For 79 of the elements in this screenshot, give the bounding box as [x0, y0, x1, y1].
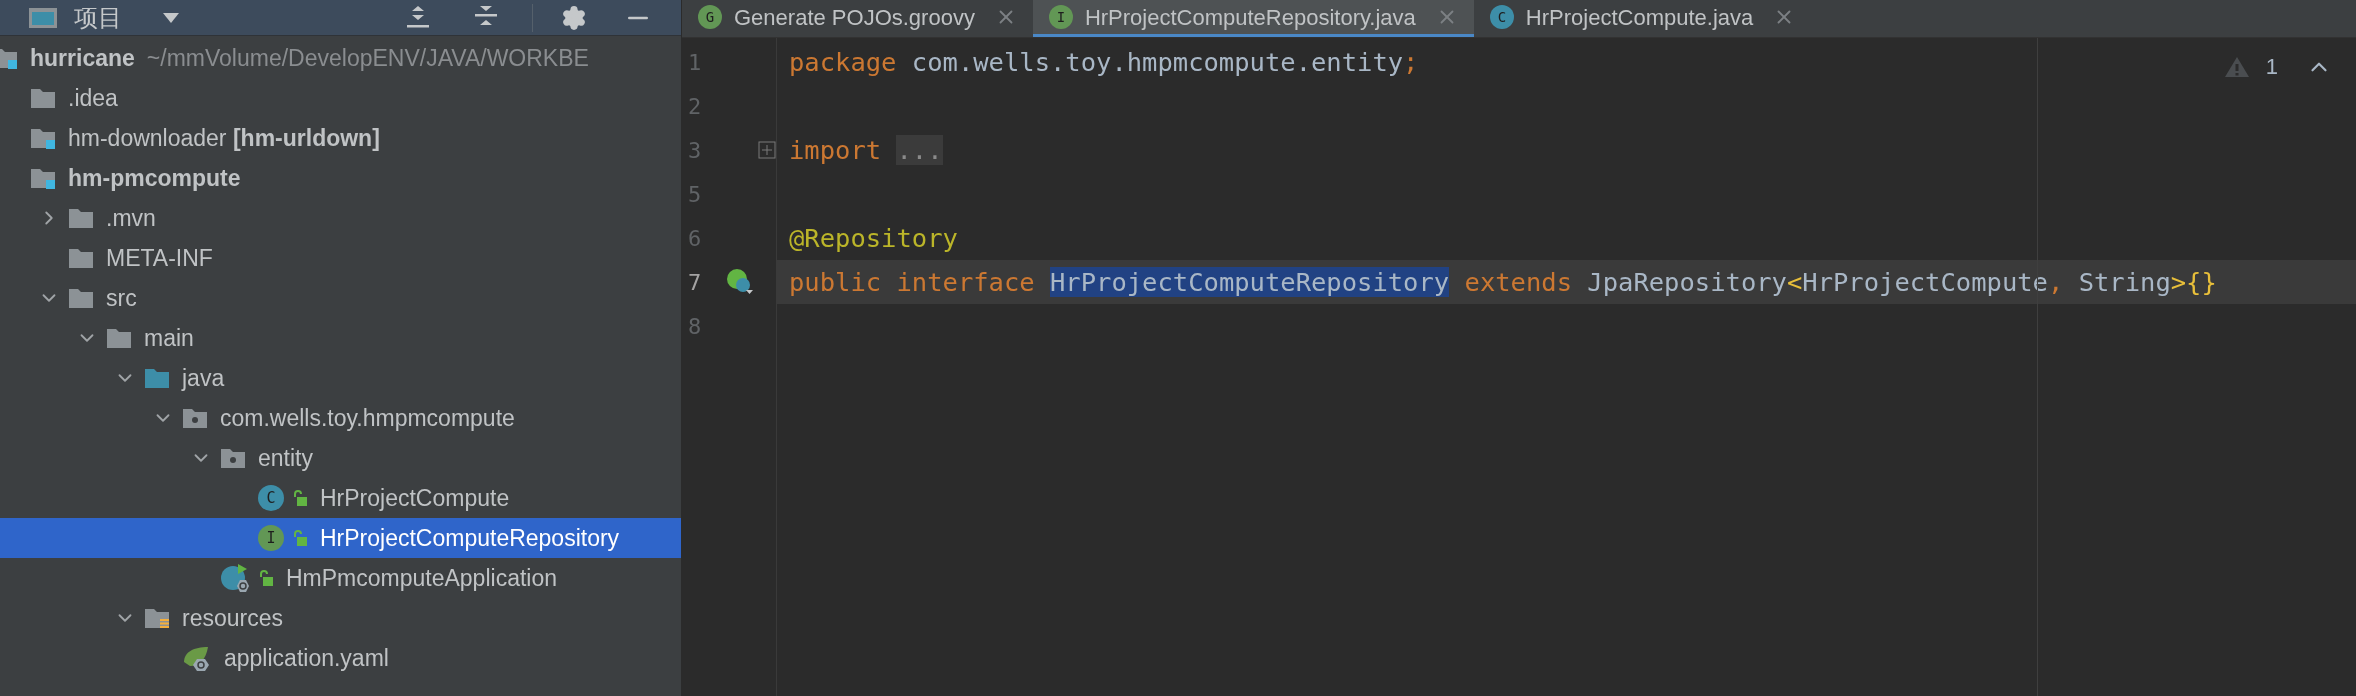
tree-item[interactable]: hurricane ~/mmVolume/DevelopENV/JAVA/WORKBE	[0, 38, 681, 78]
warning-count: 1	[2265, 53, 2278, 81]
code-line: @Repository	[789, 221, 958, 255]
line-number: 1	[687, 48, 703, 77]
tab-label: HrProjectComputeRepository.java	[1084, 3, 1416, 32]
tree-item[interactable]: C HrProjectCompute	[0, 478, 681, 518]
folder-icon	[182, 407, 208, 429]
caret-icon[interactable]	[162, 11, 180, 24]
tree-item[interactable]: entity	[0, 438, 681, 478]
tree-item-label: HrProjectCompute	[320, 483, 510, 513]
tree-item-label: hurricane	[30, 43, 135, 73]
line-number: 2	[687, 92, 703, 121]
tree-item-label: resources	[182, 603, 283, 633]
class-badge-icon: C	[258, 485, 284, 511]
tree-item[interactable]: .idea	[0, 78, 681, 118]
tree-item[interactable]: application.yaml	[0, 638, 681, 678]
editor-tab[interactable]: I HrProjectComputeRepository.java	[1032, 0, 1474, 37]
file-type-icon: C	[1489, 5, 1514, 29]
tree-item[interactable]: hm-downloader [hm-urldown]	[0, 118, 681, 158]
line-number: 3	[687, 136, 702, 165]
implemented-icon[interactable]	[726, 268, 754, 296]
tab-label: Generate POJOs.groovy	[734, 3, 975, 32]
tree-item[interactable]: META-INF	[0, 238, 681, 278]
folder-icon	[30, 87, 56, 109]
tree-item-label: .idea	[68, 83, 118, 113]
tree-item-label: META-INF	[106, 243, 213, 273]
tree-item-label: HmPmcomputeApplication	[286, 563, 557, 593]
expand-all-icon[interactable]	[404, 4, 432, 31]
tree-item[interactable]: HmPmcomputeApplication	[0, 558, 681, 598]
folder-icon	[30, 167, 56, 189]
tree-item-label: hm-pmcompute	[68, 163, 241, 193]
panel-title: 项目	[74, 2, 122, 33]
lock-icon	[292, 529, 308, 547]
tree-item[interactable]: resources	[0, 598, 681, 638]
folder-icon	[220, 447, 246, 469]
tree-item-label: main	[144, 323, 194, 353]
tree-item-label: com.wells.toy.hmpmcompute	[220, 403, 515, 433]
lock-icon	[258, 569, 274, 587]
folder-icon	[30, 127, 56, 149]
settings-icon[interactable]	[561, 4, 587, 31]
window-icon	[28, 6, 58, 29]
spring-leaf-icon	[182, 644, 212, 672]
tree-item[interactable]: main	[0, 318, 681, 358]
folder-icon	[68, 287, 94, 309]
editor-tab[interactable]: C HrProjectCompute.java	[1473, 0, 1812, 37]
tree-item[interactable]: com.wells.toy.hmpmcompute	[0, 398, 681, 438]
editor-tab[interactable]: G Generate POJOs.groovy	[682, 0, 1033, 37]
file-type-icon: G	[698, 5, 722, 29]
project-path: ~/mmVolume/DevelopENV/JAVA/WORKBE	[146, 43, 589, 73]
tree-item[interactable]: src	[0, 278, 681, 318]
line-number: 8	[687, 312, 703, 341]
fold-icon[interactable]	[758, 141, 777, 159]
folder-icon	[68, 247, 94, 269]
tree-item-label: hm-downloader [hm-urldown]	[68, 123, 380, 153]
spring-class-icon	[220, 563, 250, 593]
class-badge-icon: I	[258, 525, 284, 551]
code-line: package com.wells.toy.hmpmcompute.entity;	[789, 45, 1419, 79]
tree-item-label: application.yaml	[224, 643, 389, 673]
folder-icon	[144, 367, 170, 389]
code-line: public interface HrProjectComputeRepository extends JpaRepository<HrProjectCompute, String>{}	[789, 265, 2217, 299]
tree-item[interactable]: hm-pmcompute	[0, 158, 681, 198]
file-type-icon: I	[1048, 5, 1073, 29]
tree-item[interactable]: I HrProjectComputeRepository	[0, 518, 681, 558]
tree-item-label: src	[106, 283, 137, 313]
tree-item-label: entity	[258, 443, 313, 473]
line-number: 7	[687, 268, 703, 297]
line-number: 5	[687, 180, 703, 209]
tree-item-label: java	[182, 363, 225, 393]
folder-icon	[68, 207, 94, 229]
tab-label: HrProjectCompute.java	[1525, 3, 1754, 32]
tree-item[interactable]: .mvn	[0, 198, 681, 238]
folder-icon	[106, 327, 132, 349]
lock-icon	[292, 489, 308, 507]
folder-icon	[144, 607, 170, 629]
tree-item-label: HrProjectComputeRepository	[320, 523, 620, 553]
code-line: import ...	[789, 133, 943, 167]
tree-item[interactable]: java	[0, 358, 681, 398]
tree-item-label: .mvn	[106, 203, 156, 233]
line-number: 6	[687, 224, 703, 253]
